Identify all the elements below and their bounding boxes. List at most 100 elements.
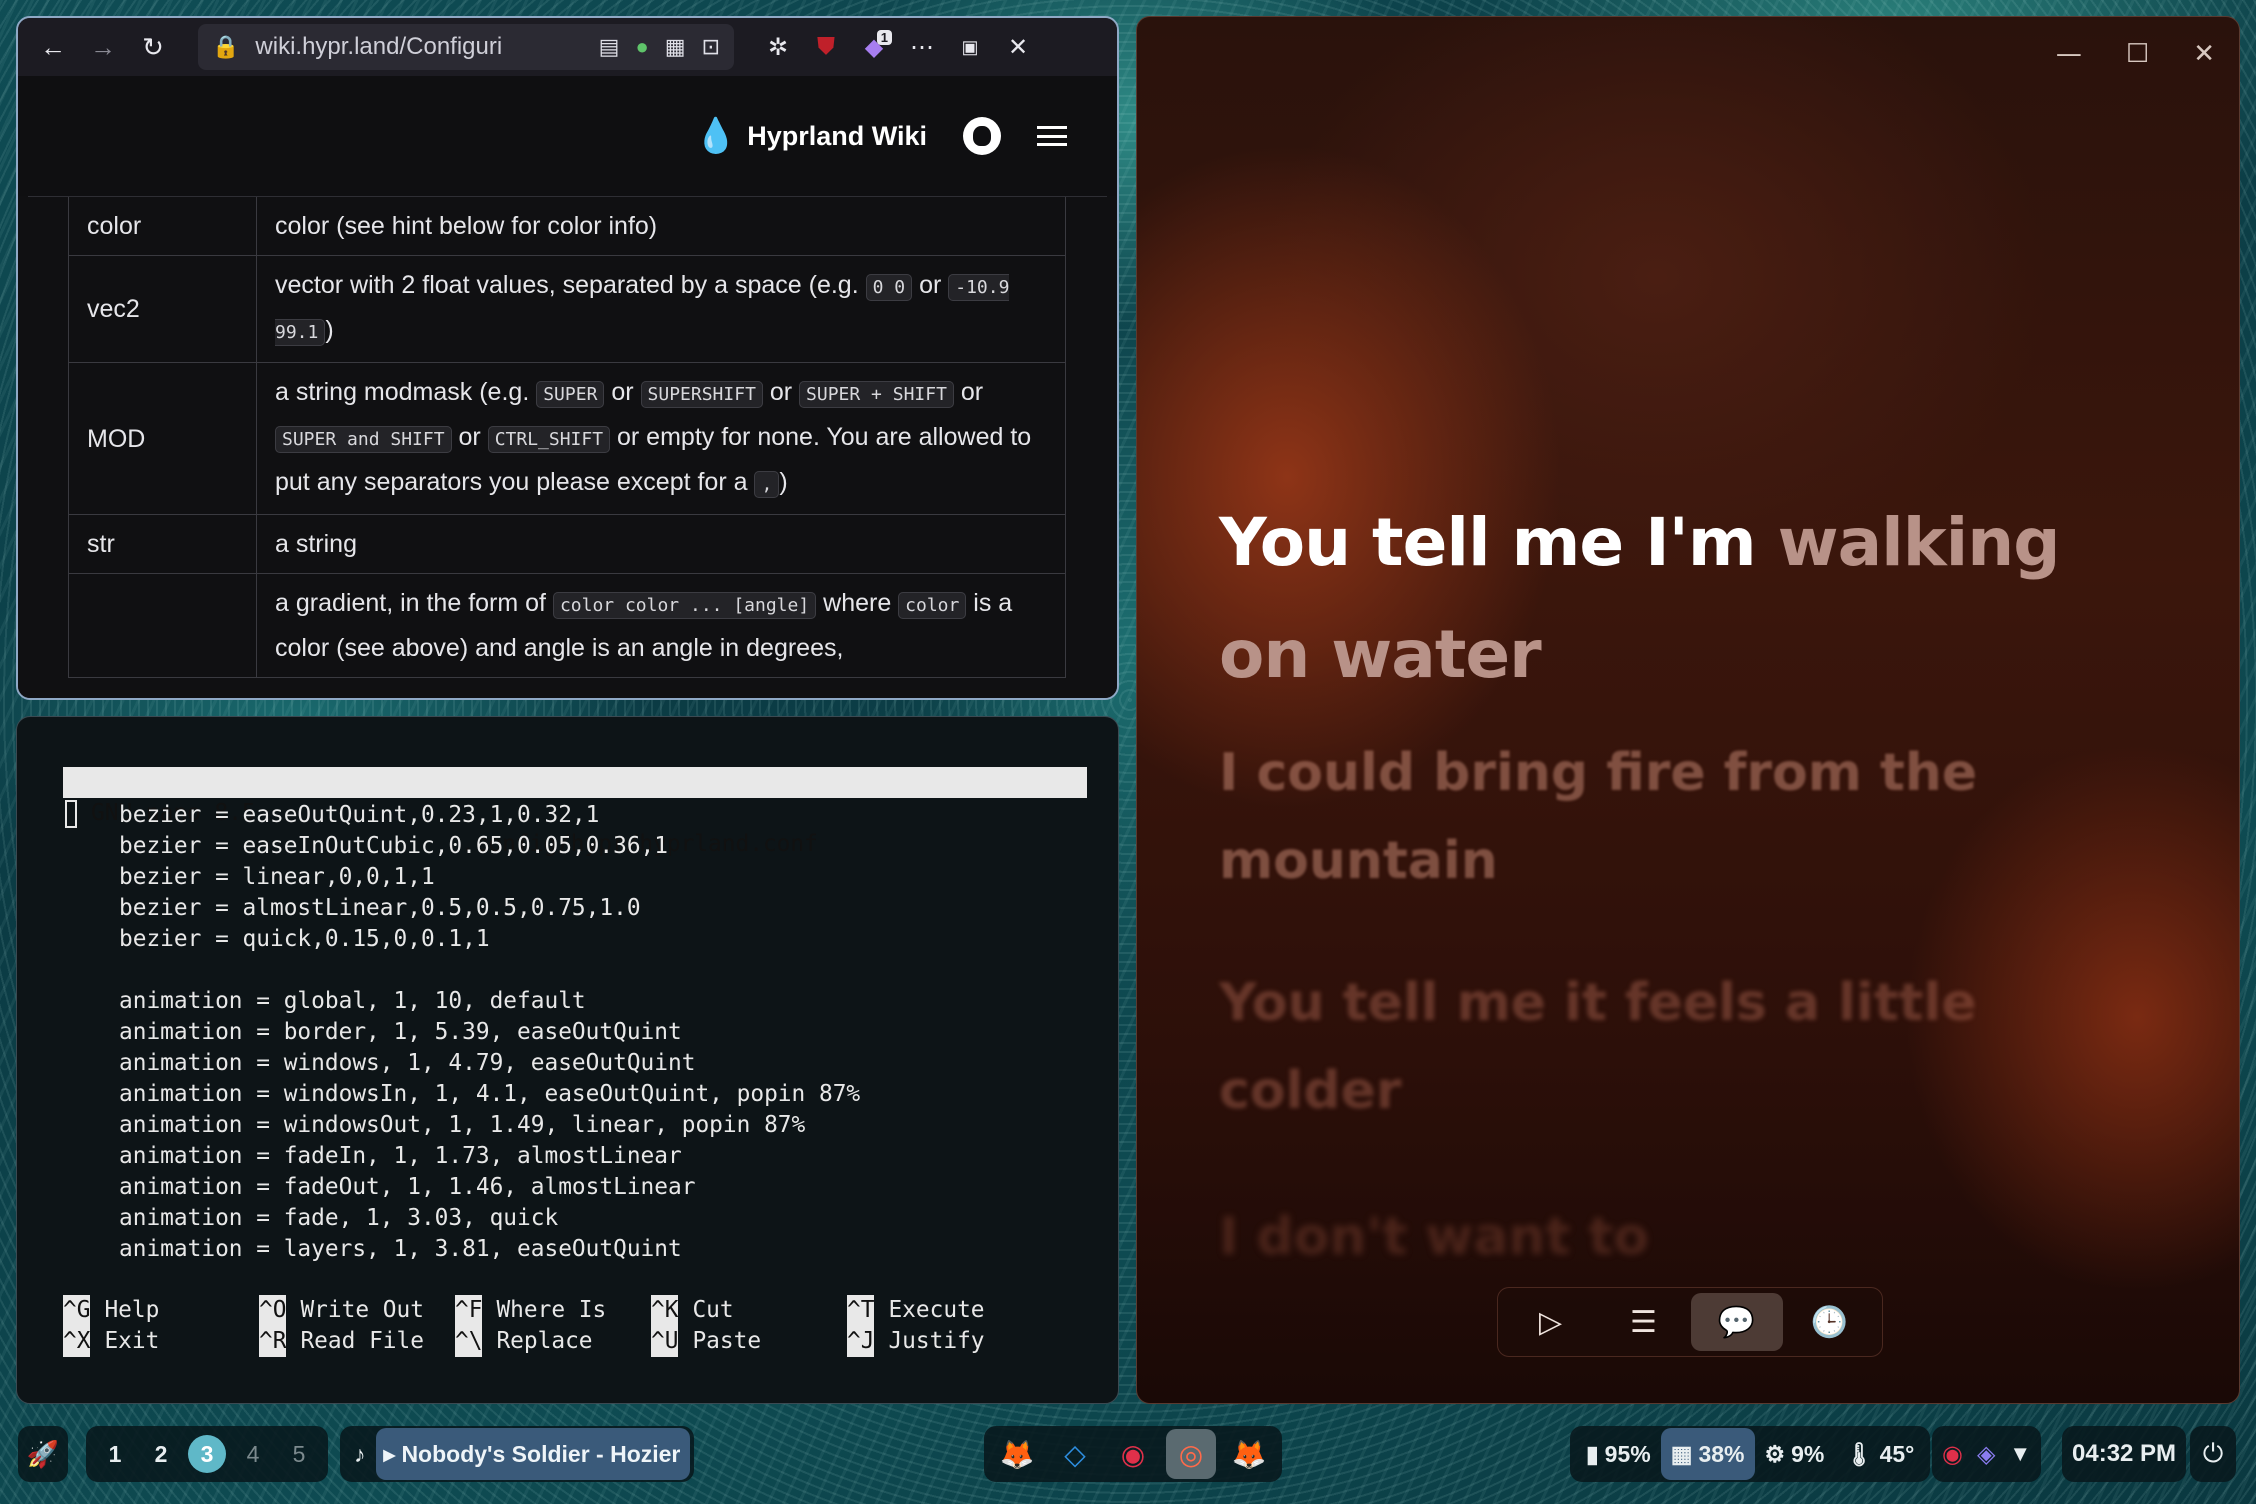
now-playing[interactable]: ▸ Nobody's Soldier - Hozier [375, 1428, 691, 1480]
config-line[interactable]: bezier = easeInOutCubic,0.65,0.05,0.36,1 [119, 831, 860, 862]
wiki-content: color color (see hint below for color inf… [18, 196, 1117, 698]
shortcut-label: Help [104, 1297, 160, 1323]
music-player-icon[interactable]: ◉ [1108, 1429, 1158, 1479]
workspace-2[interactable]: 2 [138, 1426, 184, 1482]
vscode-icon[interactable]: ◇ [1050, 1429, 1100, 1479]
maximize-icon[interactable]: ☐ [2126, 39, 2149, 69]
description-text: or [604, 378, 641, 406]
config-line[interactable]: animation = windowsOut, 1, 1.49, linear,… [119, 1110, 860, 1141]
workspace-number: 1 [108, 1440, 122, 1467]
editor-buffer[interactable]: bezier = easeOutQuint,0.23,1,0.32,1 bezie… [119, 800, 860, 1265]
type-name: str [68, 514, 257, 574]
config-line[interactable]: bezier = easeOutQuint,0.23,1,0.32,1 [119, 800, 860, 831]
config-line[interactable]: animation = fade, 1, 3.03, quick [119, 1203, 860, 1234]
shortcut[interactable]: ^K Cut [651, 1295, 847, 1326]
type-name: vec2 [68, 255, 257, 363]
workspace-number: 3 [188, 1435, 226, 1473]
menu-icon[interactable] [1037, 126, 1067, 146]
media-widget[interactable]: ♪ ▸ Nobody's Soldier - Hozier [340, 1426, 695, 1482]
workspace-3[interactable]: 3 [184, 1426, 230, 1482]
address-bar[interactable]: 🔒 wiki.hypr.land/Configuri ▤ ● ▦ ⊡ [198, 24, 734, 70]
workspace-5[interactable]: 5 [276, 1426, 322, 1482]
play-icon[interactable]: ▷ [1505, 1293, 1597, 1351]
overflow-menu-icon[interactable]: ⋯ [898, 26, 946, 68]
shortcut[interactable]: ^T Execute [847, 1295, 1043, 1326]
shortcut[interactable]: ^O Write Out [259, 1295, 455, 1326]
config-line[interactable]: animation = windows, 1, 4.79, easeOutQui… [119, 1048, 860, 1079]
config-types-table: color color (see hint below for color inf… [68, 196, 1066, 678]
bookmark-icon[interactable]: ⊡ [702, 34, 720, 60]
shortcut[interactable]: ^X Exit [63, 1326, 259, 1357]
config-line[interactable]: animation = border, 1, 5.39, easeOutQuin… [119, 1017, 860, 1048]
inline-code: SUPERSHIFT [640, 381, 763, 408]
extension-badge: 1 [876, 30, 892, 45]
workspace-4[interactable]: 4 [230, 1426, 276, 1482]
power-icon[interactable]: ⏻ [2190, 1426, 2236, 1482]
description-text: ) [325, 316, 334, 344]
inline-code: color color ... [angle] [552, 592, 817, 619]
discord-icon[interactable]: ◈ [1977, 1440, 1995, 1469]
shortcut-label: Where Is [496, 1297, 607, 1323]
config-line[interactable] [119, 955, 860, 986]
config-line[interactable]: animation = fadeOut, 1, 1.46, almostLine… [119, 1172, 860, 1203]
forward-button[interactable]: → [78, 26, 128, 68]
shortcut[interactable]: ^G Help [63, 1295, 259, 1326]
cpu-stat[interactable]: ⚙ 9% [1755, 1428, 1835, 1480]
temperature-stat[interactable]: 🌡 45° [1834, 1428, 1924, 1480]
wifi-icon[interactable]: ▼ [2009, 1441, 2031, 1467]
shortcut[interactable]: ^U Paste [651, 1326, 847, 1357]
type-name [68, 573, 257, 678]
extension-icon[interactable]: ◆ 1 [850, 26, 898, 68]
config-line[interactable]: bezier = linear,0,0,1,1 [119, 862, 860, 893]
grid-icon[interactable]: ▦ [665, 34, 686, 60]
recording-icon[interactable]: ◉ [1942, 1440, 1963, 1469]
type-description: a gradient, in the form of color color .… [256, 573, 1066, 678]
globe-extension-icon[interactable]: ● [635, 34, 648, 60]
config-line[interactable]: animation = windowsIn, 1, 4.1, easeOutQu… [119, 1079, 860, 1110]
workspace-1[interactable]: 1 [92, 1426, 138, 1482]
current-lyric-line[interactable]: You tell me I'm walking on water [1219, 487, 2139, 711]
config-line[interactable]: animation = global, 1, 10, default [119, 986, 860, 1017]
url-text[interactable]: wiki.hypr.land/Configuri [255, 33, 582, 61]
extensions-icon[interactable]: ✲ [754, 26, 802, 68]
ublock-icon[interactable]: ⛊ [802, 26, 850, 68]
close-icon[interactable]: ✕ [2193, 39, 2215, 69]
shortcut-label: Cut [692, 1297, 734, 1323]
description-text: or [451, 423, 488, 451]
reload-button[interactable]: ↻ [128, 26, 178, 68]
lyrics-app-icon[interactable]: ◎ [1166, 1429, 1216, 1479]
next-lyric-line[interactable]: You tell me it feels a little colder [1219, 959, 1979, 1135]
back-button[interactable]: ← [28, 26, 78, 68]
shortcut[interactable]: ^J Justify [847, 1326, 1043, 1357]
terminal-app-icon[interactable]: 🦊 [992, 1429, 1042, 1479]
shortcut[interactable]: ^\ Replace [455, 1326, 651, 1357]
config-line[interactable]: animation = layers, 1, 3.81, easeOutQuin… [119, 1234, 860, 1265]
battery-stat[interactable]: ▮ 95% [1576, 1428, 1661, 1480]
history-clock-icon[interactable]: 🕒 [1784, 1293, 1876, 1351]
minimize-icon[interactable]: — [2056, 39, 2082, 69]
shortcut-key: ^O [259, 1295, 287, 1326]
close-icon[interactable]: ✕ [994, 26, 1042, 68]
launcher-button[interactable]: 🚀 [18, 1426, 68, 1482]
lyrics-icon[interactable]: 💬 [1690, 1293, 1783, 1351]
shortcut[interactable]: ^F Where Is [455, 1295, 651, 1326]
shortcut[interactable]: ^R Read File [259, 1326, 455, 1357]
next-lyric-line[interactable]: I don't want to [1219, 1193, 1979, 1281]
maximize-icon[interactable]: ▣ [946, 26, 994, 68]
github-icon[interactable] [963, 117, 1001, 155]
clock[interactable]: 04:32 PM [2062, 1426, 2187, 1482]
next-lyric-line[interactable]: I could bring fire from the mountain [1219, 729, 1979, 905]
shortcut-label: Read File [300, 1328, 424, 1354]
wiki-brand[interactable]: 💧 Hyprland Wiki [695, 116, 927, 156]
config-line[interactable]: animation = fadeIn, 1, 1.73, almostLinea… [119, 1141, 860, 1172]
workspace-number: 4 [246, 1440, 260, 1467]
shortcut-row: ^X Exit ^R Read File ^\ Replace ^U Paste ^J Justi… [63, 1326, 1043, 1357]
terminal-app-icon-2[interactable]: 🦊 [1224, 1429, 1274, 1479]
type-row: vec2 vector with 2 float values, separate… [68, 255, 1066, 363]
queue-list-icon[interactable]: ☰ [1598, 1293, 1690, 1351]
memory-stat[interactable]: ▦ 38% [1660, 1428, 1755, 1480]
reader-view-icon[interactable]: ▤ [599, 34, 620, 60]
nano-shortcuts: ^G Help ^O Write Out ^F Where Is ^K Cut ^T Execut… [63, 1295, 1043, 1357]
config-line[interactable]: bezier = almostLinear,0.5,0.5,0.75,1.0 [119, 893, 860, 924]
config-line[interactable]: bezier = quick,0.15,0,0.1,1 [119, 924, 860, 955]
